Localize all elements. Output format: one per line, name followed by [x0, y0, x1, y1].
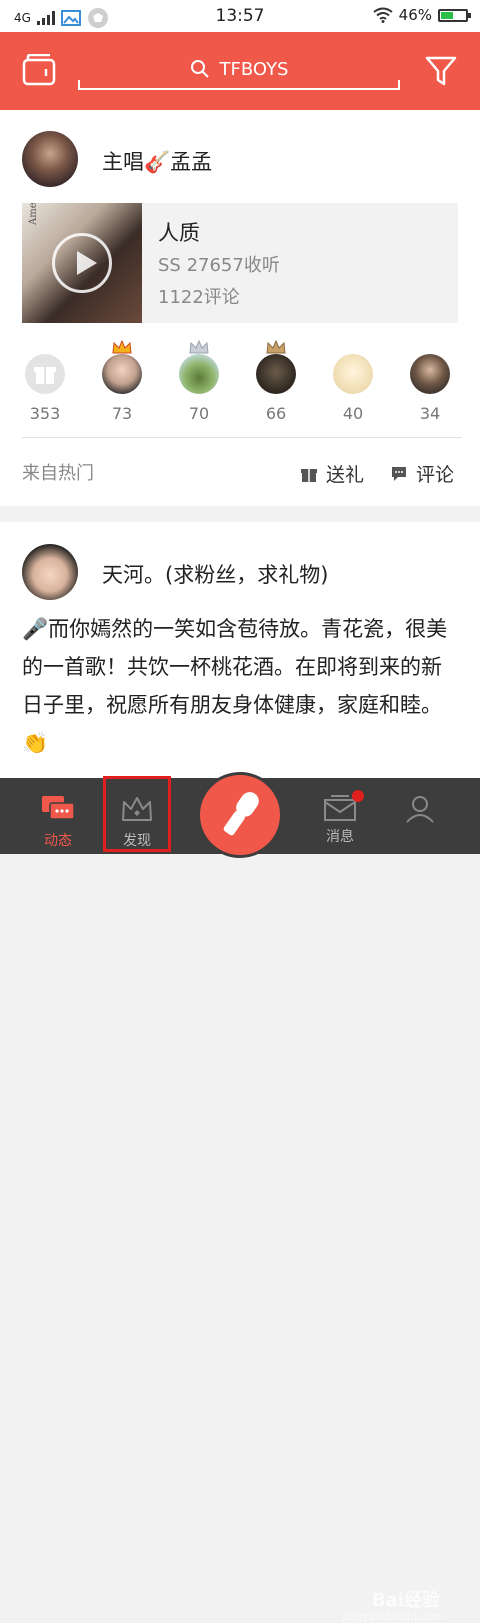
song-card[interactable]: Amei 人质 SS 27657收听 1122评论 [22, 203, 458, 323]
avatar [179, 340, 219, 394]
cover-text: Amei [28, 203, 39, 225]
search-icon [190, 60, 209, 78]
tab-profile[interactable] [380, 778, 460, 854]
source-label: 来自热门 [22, 463, 94, 484]
highlight-box [103, 776, 171, 852]
avatar [102, 340, 142, 394]
feed-icon [42, 796, 75, 820]
gifter-item[interactable]: 40 [323, 340, 383, 423]
gift-icon [301, 468, 317, 482]
gift-count: 40 [342, 404, 364, 423]
gift-count: 66 [265, 404, 287, 423]
app-header: TFBOYS [0, 32, 480, 110]
gift-count: 353 [29, 404, 61, 423]
status-right: 46% [373, 6, 471, 24]
album-cover: Amei [22, 203, 142, 323]
gift-glyph [34, 367, 56, 384]
wallet-icon[interactable] [22, 54, 56, 86]
gift-icon [25, 354, 65, 394]
song-title: 人质 [158, 221, 200, 245]
microphone-icon [223, 792, 259, 836]
notification-dot [352, 790, 364, 802]
tab-messages[interactable]: 消息 [300, 778, 380, 854]
filter-icon[interactable] [424, 54, 458, 88]
gifter-item[interactable]: 73 [92, 340, 152, 423]
crown-gold-icon [112, 340, 132, 354]
crown-bronze-icon [266, 340, 286, 354]
status-bar: 4G 13:57 46% [0, 0, 480, 32]
username[interactable]: 主唱🎸孟孟 [102, 146, 212, 176]
gifter-item[interactable]: 353 [15, 340, 75, 423]
watermark-url: jingyan.baidu.com [342, 1610, 444, 1623]
avatar [410, 354, 450, 394]
profile-icon [406, 796, 434, 823]
feed-card: 主唱🎸孟孟 Amei 人质 SS 27657收听 1122评论 353 73 7… [0, 110, 480, 506]
feed-card: 天河。(求粉丝，求礼物) 🎤而你嫣然的一笑如含苞待放。青花瓷，很美的一首歌！共饮… [0, 522, 480, 778]
avatar [256, 340, 296, 394]
avatar [333, 354, 373, 394]
comment-icon [392, 466, 406, 481]
username[interactable]: 天河。(求粉丝，求礼物) [102, 559, 328, 589]
mail-icon [322, 790, 364, 824]
play-icon[interactable] [52, 233, 112, 293]
search-text: TFBOYS [219, 58, 289, 80]
tab-label: 动态 [44, 833, 72, 849]
song-meta: SS 27657收听 [158, 255, 280, 276]
tab-label: 消息 [326, 829, 354, 845]
avatar[interactable] [22, 544, 78, 600]
gifter-item[interactable]: 66 [246, 340, 306, 423]
gifter-item[interactable]: 70 [169, 340, 229, 423]
avatar[interactable] [22, 131, 78, 187]
gift-count: 70 [188, 404, 210, 423]
search-input[interactable]: TFBOYS [78, 50, 400, 90]
gifter-list: 353 73 70 66 40 34 [0, 340, 480, 430]
record-button[interactable] [197, 772, 283, 858]
wifi-icon [373, 7, 393, 23]
send-gift-label: 送礼 [326, 464, 365, 486]
song-comments: 1122评论 [158, 287, 240, 308]
watermark: Bai经验 [371, 1590, 440, 1611]
comment-label: 评论 [416, 464, 455, 486]
gifter-item[interactable]: 34 [400, 340, 460, 423]
comment-button[interactable]: 评论 [390, 460, 454, 487]
post-text: 🎤而你嫣然的一笑如含苞待放。青花瓷，很美的一首歌！共饮一杯桃花酒。在即将到来的新… [22, 617, 448, 755]
battery-icon [438, 8, 471, 22]
gift-count: 34 [419, 404, 441, 423]
battery-percent: 46% [398, 6, 432, 24]
battery-fill [441, 11, 453, 19]
divider [22, 437, 462, 438]
gift-count: 73 [111, 404, 133, 423]
tab-feed[interactable]: 动态 [18, 778, 98, 854]
send-gift-button[interactable]: 送礼 [300, 460, 364, 487]
crown-silver-icon [189, 340, 209, 354]
